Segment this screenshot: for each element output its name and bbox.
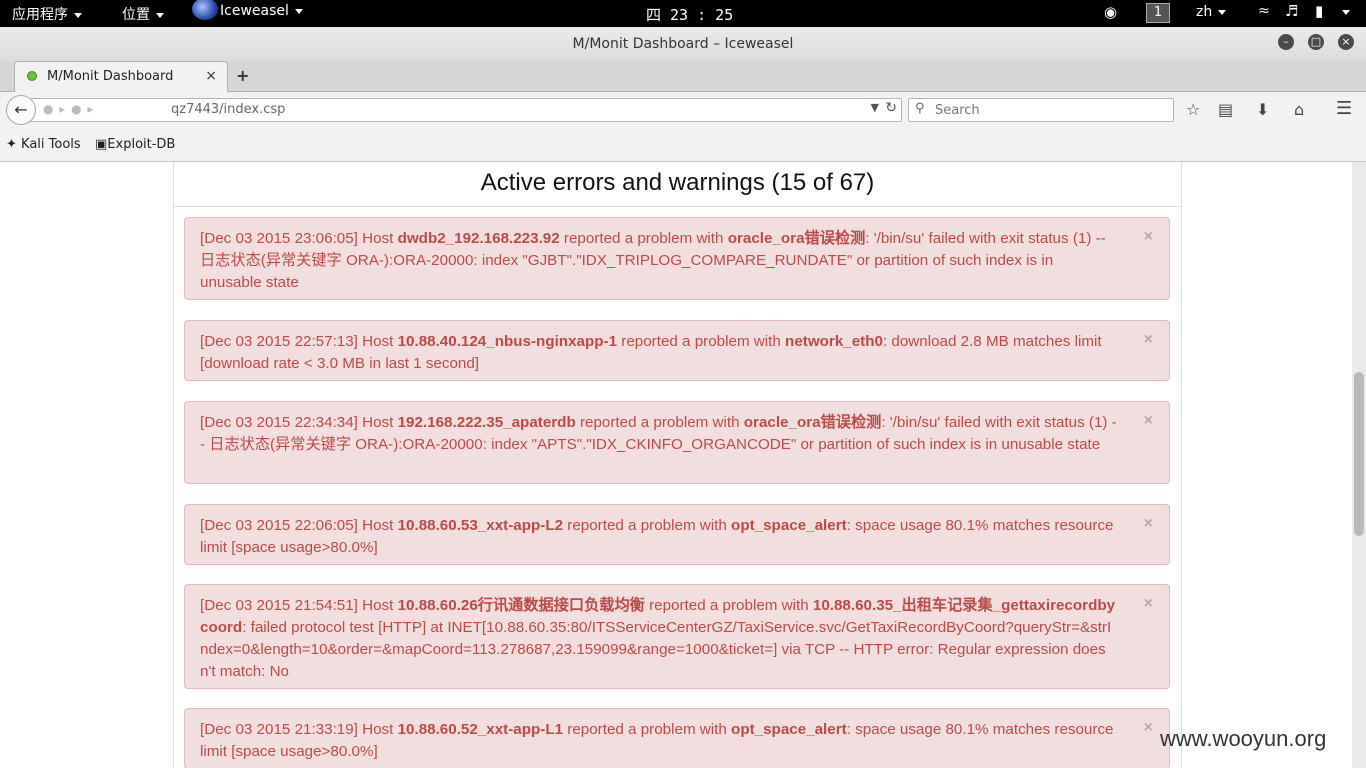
bookmark-label: Exploit-DB — [107, 137, 176, 152]
search-icon: ⚲ — [915, 101, 925, 116]
video-camera-icon[interactable]: ◉ — [1104, 3, 1117, 21]
alert-text: reported a problem with — [644, 597, 813, 614]
page-content: Active errors and warnings (15 of 67) [D… — [0, 162, 1352, 768]
alert-item: [Dec 03 2015 23:06:05] Host dwdb2_192.16… — [184, 217, 1170, 300]
bookmarks-toolbar: ✦ Kali Tools ▣Exploit-DB — [0, 130, 1366, 162]
alert-time: [Dec 03 2015 21:54:51] Host — [200, 597, 398, 614]
navigation-bar: ● ▸ ● ▸ qz7443/index.csp ▼ ↻ ← ⚲ ☆ ▤ ⬇ ⌂… — [0, 92, 1366, 130]
alert-close-icon[interactable]: × — [1144, 329, 1153, 351]
kali-tools-icon: ✦ — [6, 137, 17, 152]
alert-host: 10.88.60.52_xxt-app-L1 — [397, 721, 564, 738]
alert-host: 192.168.222.35_apaterdb — [397, 414, 576, 431]
window-title-bar: M/Monit Dashboard – Iceweasel – □ × — [0, 27, 1366, 61]
bookmark-label: Kali Tools — [21, 137, 81, 152]
alert-text: reported a problem with — [575, 414, 744, 431]
alert-time: [Dec 03 2015 22:57:13] Host — [200, 333, 398, 350]
applications-label: 应用程序 — [12, 7, 68, 23]
alert-text: reported a problem with — [563, 721, 732, 738]
maximize-icon[interactable]: □ — [1308, 34, 1324, 50]
alert-time: [Dec 03 2015 22:34:34] Host — [200, 414, 398, 431]
close-icon[interactable]: × — [1338, 34, 1354, 50]
language-label: zh — [1196, 4, 1213, 20]
search-input[interactable] — [933, 101, 1167, 119]
alert-service: oracle_ora错误检测 — [743, 414, 882, 431]
wifi-icon[interactable]: ≈ — [1258, 3, 1270, 19]
alert-time: [Dec 03 2015 21:33:19] Host — [200, 721, 398, 738]
panel-title: Active errors and warnings (15 of 67) — [174, 162, 1181, 207]
chevron-down-icon — [294, 8, 303, 14]
tab-mmonit-dashboard[interactable]: M/Monit Dashboard × — [14, 61, 228, 92]
identity-icons: ● ▸ ● ▸ — [43, 102, 95, 116]
reload-icon[interactable]: ↻ — [885, 100, 897, 116]
alert-item: [Dec 03 2015 22:57:13] Host 10.88.40.124… — [184, 320, 1170, 381]
favicon-icon — [27, 71, 37, 81]
url-text[interactable]: qz7443/index.csp — [171, 102, 285, 117]
alert-text: reported a problem with — [617, 333, 786, 350]
back-button[interactable]: ← — [6, 95, 36, 125]
alert-close-icon[interactable]: × — [1144, 593, 1153, 615]
alert-close-icon[interactable]: × — [1144, 717, 1153, 739]
tab-label: M/Monit Dashboard — [47, 69, 174, 84]
system-top-bar: 应用程序 位置 Iceweasel 四 23 : 25 ◉ 1 zh ≈ ♬ ▮ — [0, 0, 1366, 27]
menu-icon[interactable]: ☰ — [1336, 98, 1352, 119]
window-title: M/Monit Dashboard – Iceweasel — [572, 36, 794, 52]
bookmark-star-icon[interactable]: ☆ — [1186, 100, 1200, 119]
new-tab-button[interactable]: + — [236, 66, 249, 85]
clock[interactable]: 四 23 : 25 — [646, 4, 733, 25]
alert-item: [Dec 03 2015 22:06:05] Host 10.88.60.53_… — [184, 504, 1170, 565]
watermark: www.wooyun.org — [1160, 726, 1327, 751]
places-label: 位置 — [122, 7, 150, 23]
arrow-left-icon: ← — [14, 100, 28, 119]
url-dropdown-icon[interactable]: ▼ — [871, 101, 879, 114]
alert-host: 10.88.40.124_nbus-nginxapp-1 — [397, 333, 618, 350]
alert-time: [Dec 03 2015 22:06:05] Host — [200, 517, 398, 534]
tab-close-icon[interactable]: × — [205, 68, 217, 84]
alert-host: dwdb2_192.168.223.92 — [397, 230, 560, 247]
alert-item: [Dec 03 2015 21:54:51] Host 10.88.60.26行… — [184, 584, 1170, 689]
alert-message: : failed protocol test [HTTP] at INET[10… — [200, 619, 1112, 680]
system-menu[interactable] — [1336, 4, 1350, 20]
workspace-indicator[interactable]: 1 — [1146, 3, 1170, 23]
reading-list-icon[interactable]: ▤ — [1218, 100, 1233, 119]
alert-time: [Dec 03 2015 23:06:05] Host — [200, 230, 398, 247]
chevron-down-icon — [1342, 9, 1350, 15]
alert-text: reported a problem with — [559, 230, 728, 247]
alert-host: 10.88.60.26行讯通数据接口负载均衡 — [397, 597, 645, 614]
alert-host: 10.88.60.53_xxt-app-L2 — [397, 517, 564, 534]
search-box[interactable]: ⚲ — [908, 98, 1174, 122]
chevron-down-icon — [156, 12, 164, 18]
alert-service: opt_space_alert — [731, 721, 847, 738]
alert-item: [Dec 03 2015 22:34:34] Host 192.168.222.… — [184, 401, 1170, 484]
bookmark-exploit-db[interactable]: ▣Exploit-DB — [95, 137, 175, 152]
workspace-number: 1 — [1146, 3, 1170, 23]
chevron-down-icon — [1218, 9, 1227, 15]
alert-close-icon[interactable]: × — [1144, 513, 1153, 535]
alert-service: oracle_ora错误检测 — [727, 230, 866, 247]
alert-service: network_eth0 — [785, 333, 883, 350]
app-menu[interactable]: Iceweasel — [192, 0, 303, 20]
iceweasel-logo-icon — [192, 0, 218, 20]
scrollbar-thumb[interactable] — [1354, 372, 1364, 536]
url-bar[interactable]: ● ▸ ● ▸ qz7443/index.csp ▼ ↻ — [30, 98, 902, 122]
language-menu[interactable]: zh — [1196, 4, 1227, 20]
chevron-down-icon — [74, 12, 82, 18]
alert-service: opt_space_alert — [731, 517, 847, 534]
alert-close-icon[interactable]: × — [1144, 410, 1153, 432]
alerts-panel: Active errors and warnings (15 of 67) [D… — [173, 162, 1182, 768]
exploit-db-icon: ▣ — [95, 137, 108, 152]
home-icon[interactable]: ⌂ — [1294, 100, 1304, 119]
app-menu-label: Iceweasel — [220, 3, 289, 19]
download-icon[interactable]: ⬇ — [1256, 100, 1269, 119]
tab-bar: M/Monit Dashboard × + — [0, 61, 1366, 92]
alert-item: [Dec 03 2015 21:33:19] Host 10.88.60.52_… — [184, 708, 1170, 768]
battery-icon[interactable]: ▮ — [1315, 2, 1323, 20]
page-scrollbar[interactable] — [1352, 162, 1366, 768]
minimize-icon[interactable]: – — [1278, 34, 1294, 50]
applications-menu[interactable]: 应用程序 — [12, 4, 82, 24]
alert-close-icon[interactable]: × — [1144, 226, 1153, 248]
volume-icon[interactable]: ♬ — [1285, 2, 1298, 20]
places-menu[interactable]: 位置 — [122, 4, 164, 24]
alert-text: reported a problem with — [563, 517, 732, 534]
bookmark-kali-tools[interactable]: ✦ Kali Tools — [6, 137, 81, 152]
